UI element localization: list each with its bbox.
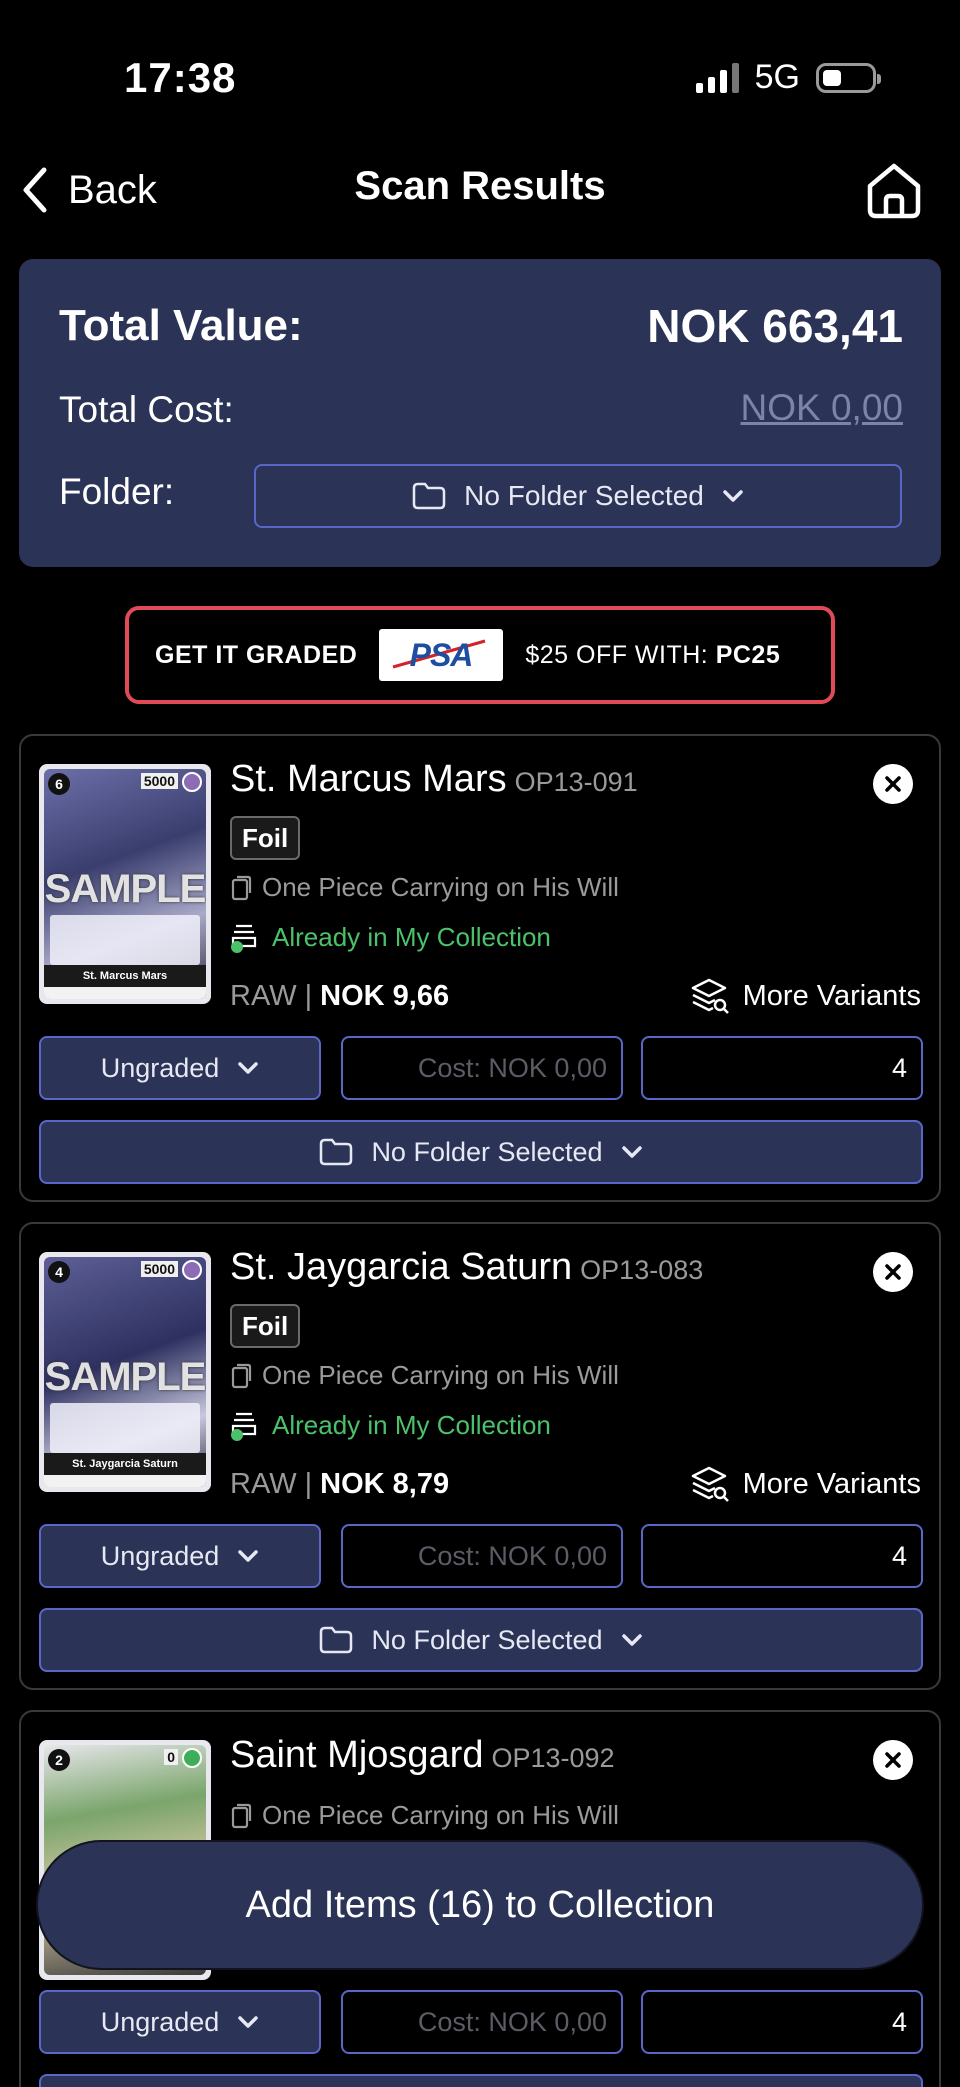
card-title: St. Marcus Mars OP13-091 — [230, 758, 638, 800]
close-icon — [885, 776, 901, 792]
chevron-down-icon — [238, 1550, 259, 1562]
collection-stack-icon — [231, 1412, 257, 1441]
promo-code: PC25 — [715, 640, 781, 669]
home-icon[interactable] — [862, 158, 926, 222]
quantity-input[interactable]: 4 — [641, 1990, 923, 2054]
card-price: NOK 8,79 — [320, 1468, 450, 1500]
network-type: 5G — [754, 58, 800, 96]
card-code: OP13-092 — [491, 1743, 615, 1773]
chevron-down-icon — [238, 2016, 259, 2028]
folder-icon — [412, 482, 446, 510]
cards-icon — [231, 1803, 252, 1828]
chevron-down-icon — [621, 1634, 642, 1646]
chevron-down-icon — [723, 490, 743, 502]
close-icon — [885, 1752, 901, 1768]
more-variants-button[interactable]: More Variants — [689, 1464, 921, 1504]
summary-panel: Total Value: NOK 663,41 Total Cost: NOK … — [19, 259, 941, 567]
chevron-down-icon — [621, 1146, 642, 1158]
signal-icon — [695, 62, 739, 93]
total-value: NOK 663,41 — [647, 300, 903, 352]
collection-stack-icon — [231, 924, 257, 953]
folder-select[interactable]: No Folder Selected — [254, 464, 902, 528]
foil-badge: Foil — [230, 816, 301, 860]
psa-promo-banner[interactable]: GET IT GRADED PSA $25 OFF WITH: PC25 — [125, 606, 835, 704]
collection-status: Already in My Collection — [230, 1408, 551, 1442]
card-price: NOK 9,66 — [320, 980, 450, 1012]
card-item: 4 5000 SAMPLE St. Jaygarcia Saturn St. J… — [19, 1222, 941, 1690]
close-icon — [885, 1264, 901, 1280]
folder-select-label: No Folder Selected — [464, 480, 704, 511]
grade-select[interactable]: Ungraded — [39, 1990, 321, 2054]
card-code: OP13-091 — [514, 767, 638, 797]
psa-logo: PSA — [379, 629, 504, 681]
set-name: One Piece Carrying on His Will — [230, 1800, 619, 1831]
card-image: 6 5000 SAMPLE St. Marcus Mars — [39, 764, 211, 1004]
nav-bar: Back Scan Results — [0, 150, 960, 260]
set-name: One Piece Carrying on His Will — [230, 1360, 619, 1391]
card-item: 6 5000 SAMPLE St. Marcus Mars St. Marcus… — [19, 734, 941, 1202]
grade-select[interactable]: Ungraded — [39, 1524, 321, 1588]
cost-input[interactable]: Cost: NOK 0,00 — [341, 1036, 623, 1100]
set-name: One Piece Carrying on His Will — [230, 872, 619, 903]
price-row: RAW | NOK 9,66 — [230, 980, 450, 1012]
remove-card-button[interactable] — [873, 1740, 913, 1780]
add-to-collection-button[interactable]: Add Items (16) to Collection — [38, 1842, 922, 1968]
chevron-down-icon — [238, 1062, 259, 1074]
cards-icon — [231, 875, 252, 900]
status-bar: 17:38 5G — [0, 0, 960, 150]
layers-search-icon — [691, 978, 729, 1014]
grade-select[interactable]: Ungraded — [39, 1036, 321, 1100]
svg-text:PSA: PSA — [410, 637, 473, 673]
collection-status: Already in My Collection — [230, 920, 551, 954]
status-time: 17:38 — [124, 54, 237, 101]
banner-title: GET IT GRADED — [155, 640, 358, 669]
total-value-label: Total Value: — [59, 301, 303, 350]
layers-search-icon — [691, 1466, 729, 1502]
quantity-input[interactable]: 4 — [641, 1036, 923, 1100]
sample-watermark: SAMPLE — [44, 1355, 206, 1399]
cards-icon — [231, 1363, 252, 1388]
card-title: St. Jaygarcia Saturn OP13-083 — [230, 1246, 704, 1288]
card-code: OP13-083 — [580, 1255, 704, 1285]
remove-card-button[interactable] — [873, 1252, 913, 1292]
battery-icon — [816, 62, 881, 93]
cost-input[interactable]: Cost: NOK 0,00 — [341, 1990, 623, 2054]
quantity-input[interactable]: 4 — [641, 1524, 923, 1588]
total-cost-link[interactable]: NOK 0,00 — [741, 387, 903, 429]
card-folder-select[interactable]: No Folder Selected — [39, 1608, 923, 1672]
card-image: 4 5000 SAMPLE St. Jaygarcia Saturn — [39, 1252, 211, 1492]
remove-card-button[interactable] — [873, 764, 913, 804]
foil-badge: Foil — [230, 1304, 301, 1348]
card-folder-select[interactable] — [39, 2074, 923, 2087]
folder-icon — [320, 1626, 353, 1654]
banner-offer: $25 OFF WITH: PC25 — [525, 640, 781, 669]
folder-icon — [320, 1138, 353, 1166]
more-variants-button[interactable]: More Variants — [689, 976, 921, 1016]
price-row: RAW | NOK 8,79 — [230, 1468, 450, 1500]
status-icons: 5G — [695, 58, 881, 97]
sample-watermark: SAMPLE — [44, 867, 206, 911]
cost-input[interactable]: Cost: NOK 0,00 — [341, 1524, 623, 1588]
folder-label: Folder: — [59, 471, 175, 512]
total-cost-label: Total Cost: — [59, 389, 234, 430]
page-title: Scan Results — [354, 164, 606, 208]
card-title: Saint Mjosgard OP13-092 — [230, 1734, 615, 1776]
card-folder-select[interactable]: No Folder Selected — [39, 1120, 923, 1184]
